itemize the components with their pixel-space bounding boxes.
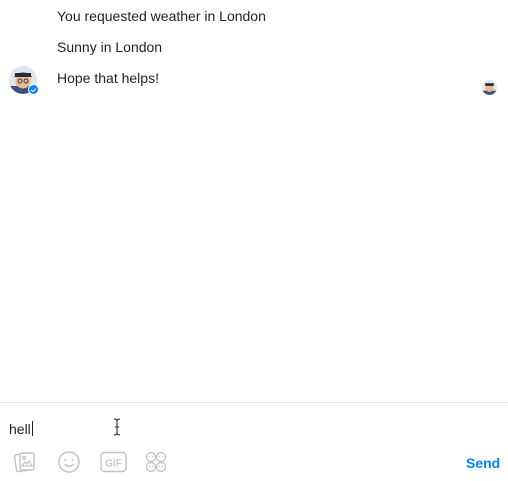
emoji-icon[interactable]: [57, 450, 81, 474]
stickers-icon[interactable]: [144, 450, 168, 474]
gif-icon[interactable]: GIF: [100, 450, 127, 474]
send-button[interactable]: Send: [466, 455, 500, 471]
message-text: Sunny in London: [57, 39, 163, 55]
photo-icon[interactable]: [13, 450, 37, 474]
ibeam-cursor-icon: [112, 418, 122, 436]
message-text: Hope that helps!: [57, 70, 159, 86]
bot-avatar[interactable]: [9, 66, 39, 95]
messenger-badge-icon: [28, 84, 39, 95]
svg-text:GIF: GIF: [105, 459, 122, 470]
text-caret: [31, 421, 33, 436]
message-composer: hell GIF Send: [0, 402, 508, 481]
message-input-value: hell: [9, 421, 31, 437]
message-text: You requested weather in London: [57, 8, 266, 24]
read-receipt-avatar: [482, 80, 497, 95]
message-thread: You requested weather in London Sunny in…: [0, 0, 508, 402]
message-input[interactable]: hell: [9, 420, 489, 440]
